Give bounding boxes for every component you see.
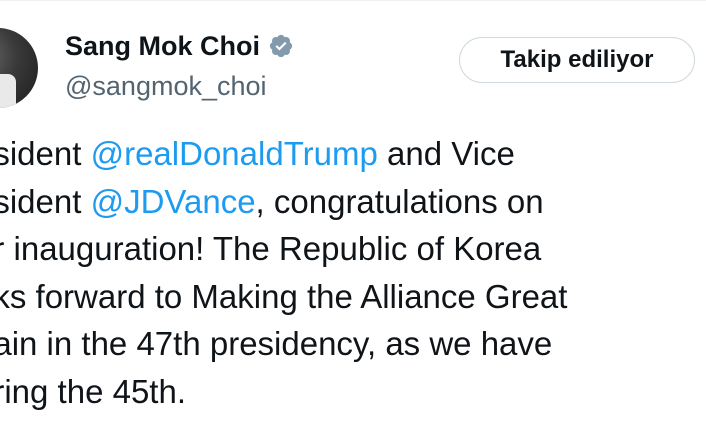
tweet-text: esident @realDonaldTrump and Vice esiden…: [0, 130, 703, 416]
tweet-text-fragment: , congratulations on: [255, 182, 544, 220]
tweet-line: gain in the 47th presidency, as we have: [0, 325, 553, 363]
tweet-line: uring the 45th.: [0, 372, 186, 410]
display-name[interactable]: Sang Mok Choi: [65, 28, 260, 64]
tweet-line: oks forward to Making the Alliance Great: [0, 277, 568, 315]
tweet-line: esident @realDonaldTrump and Vice: [0, 130, 703, 178]
author-name-row: Sang Mok Choi: [65, 28, 294, 64]
tweet-line: ur inauguration! The Republic of Korea: [0, 230, 542, 268]
tweet-line: esident @JDVance, congratulations on: [0, 178, 703, 226]
tweet-card: Sang Mok Choi @sangmok_choi Takip ediliy…: [0, 0, 706, 431]
author-handle[interactable]: @sangmok_choi: [65, 68, 267, 104]
mention-link[interactable]: @JDVance: [91, 183, 256, 220]
tweet-text-fragment: and Vice: [377, 135, 515, 172]
divider: [0, 0, 706, 1]
avatar[interactable]: [0, 28, 38, 108]
tweet-text-fragment: esident: [0, 135, 82, 172]
tweet-text-fragment: esident: [0, 182, 82, 220]
verified-badge-icon: [269, 34, 293, 58]
following-button[interactable]: Takip ediliyor: [459, 37, 695, 83]
mention-link[interactable]: @realDonaldTrump: [91, 135, 378, 172]
